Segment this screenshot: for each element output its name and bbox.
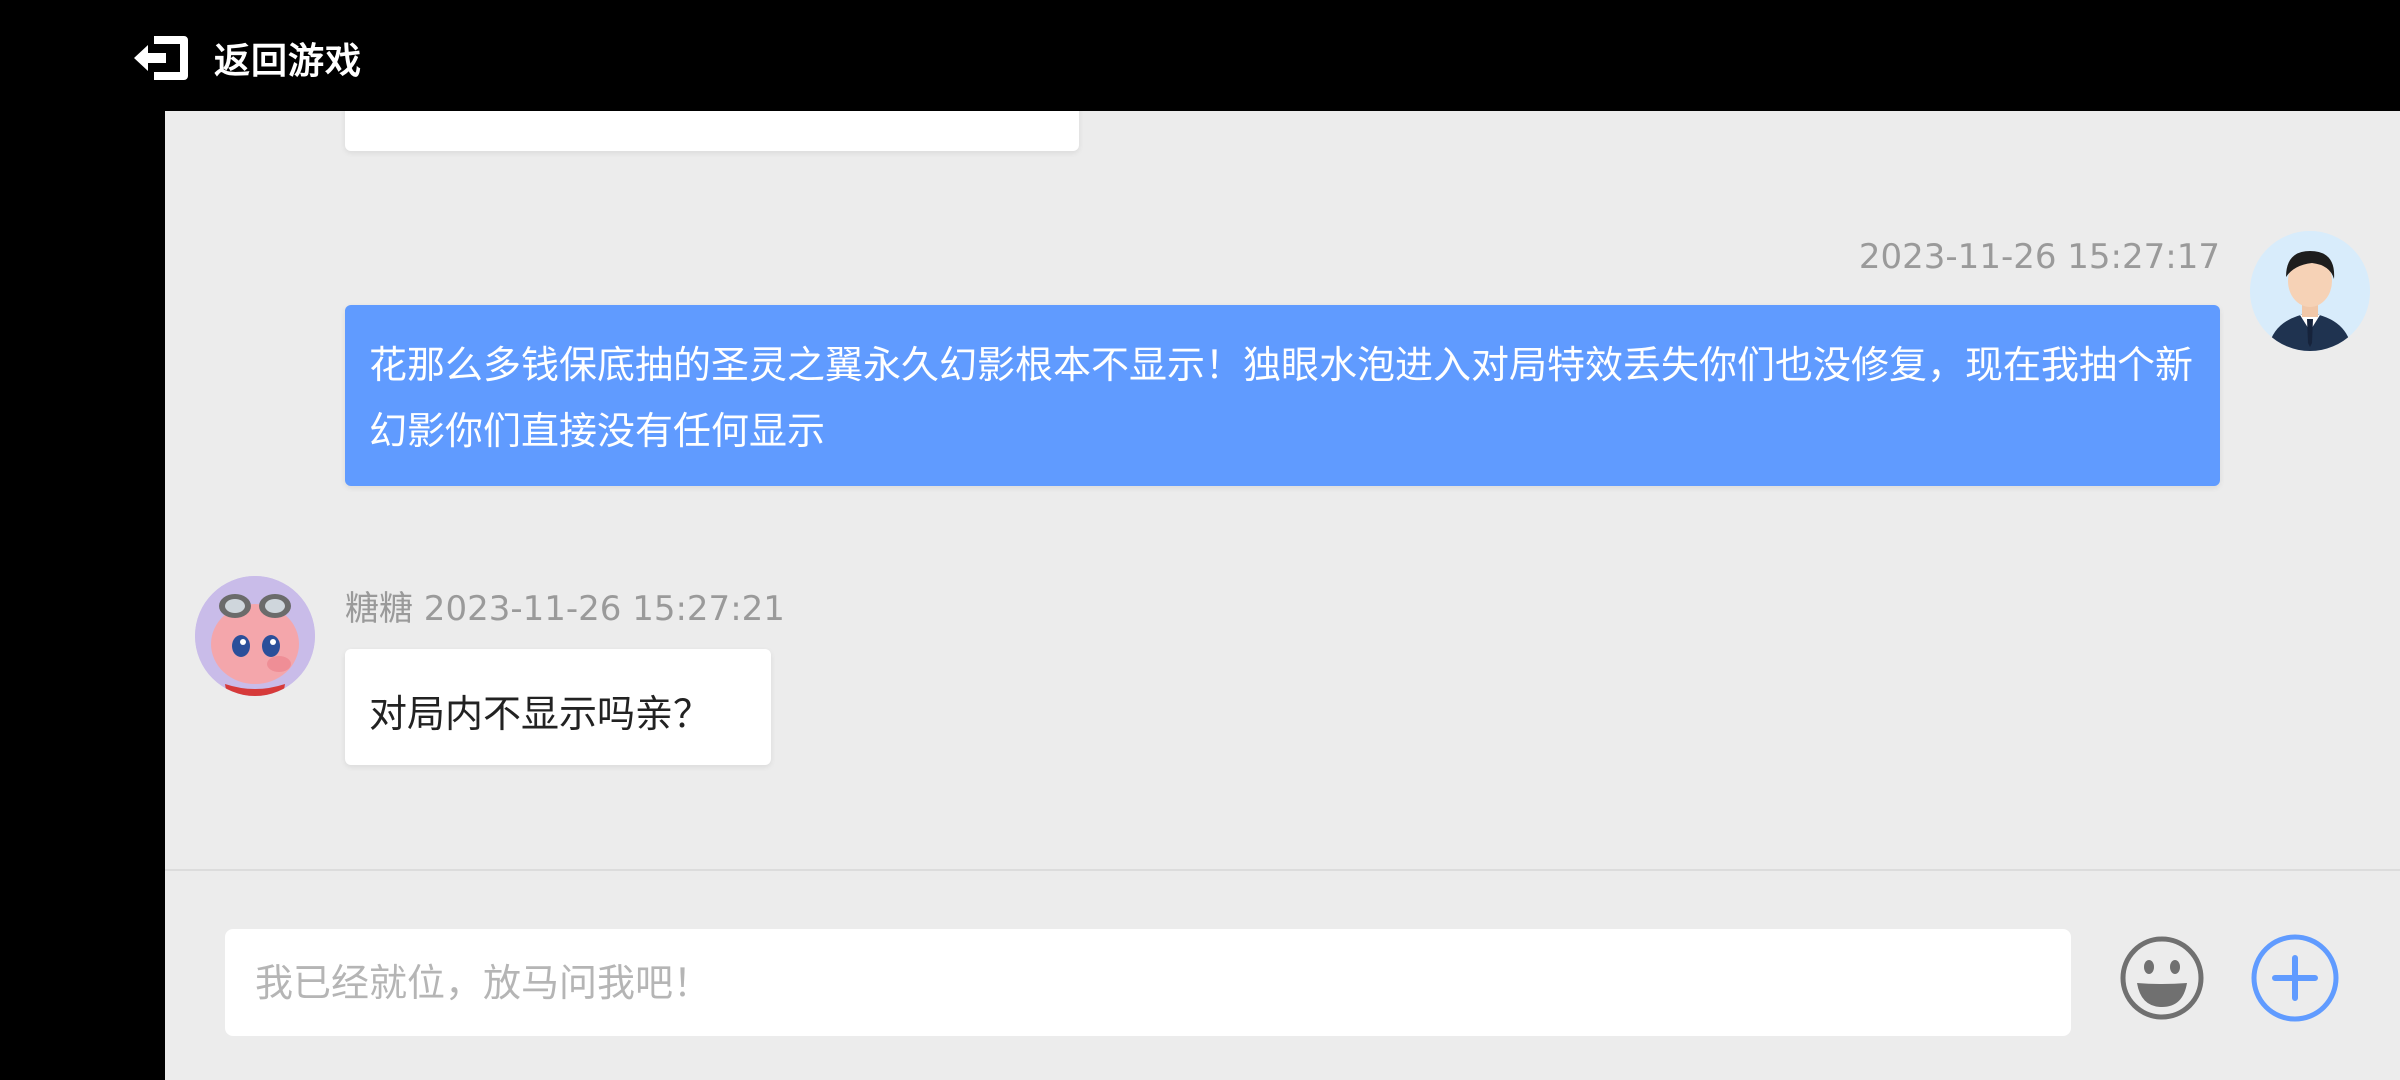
previous-message-bubble — [345, 111, 1079, 151]
more-options-button[interactable] — [2250, 933, 2340, 1023]
message-input[interactable] — [225, 929, 2071, 1036]
chat-area[interactable]: 2023-11-26 15:27:17 花那么多钱保底抽的圣灵之翼永久幻影根本不… — [165, 111, 2400, 1080]
top-bar: 返回游戏 — [0, 0, 2400, 111]
plus-icon — [2251, 934, 2339, 1022]
composer-divider — [165, 869, 2400, 871]
emoji-icon — [2120, 936, 2204, 1020]
agent-message-bubble[interactable]: 对局内不显示吗亲？ — [345, 649, 771, 765]
user-message-bubble[interactable]: 花那么多钱保底抽的圣灵之翼永久幻影根本不显示！独眼水泡进入对局特效丢失你们也没修… — [345, 305, 2220, 486]
agent-avatar — [195, 576, 315, 696]
back-label: 返回游戏 — [214, 41, 363, 82]
agent-meta: 糖糖 2023-11-26 15:27:21 — [345, 589, 785, 629]
user-avatar — [2250, 231, 2370, 351]
message-timestamp: 2023-11-26 15:27:17 — [1858, 237, 2220, 277]
back-to-game-button[interactable]: 返回游戏 — [132, 30, 362, 86]
emoji-button[interactable] — [2117, 933, 2207, 1023]
exit-icon — [134, 36, 188, 80]
